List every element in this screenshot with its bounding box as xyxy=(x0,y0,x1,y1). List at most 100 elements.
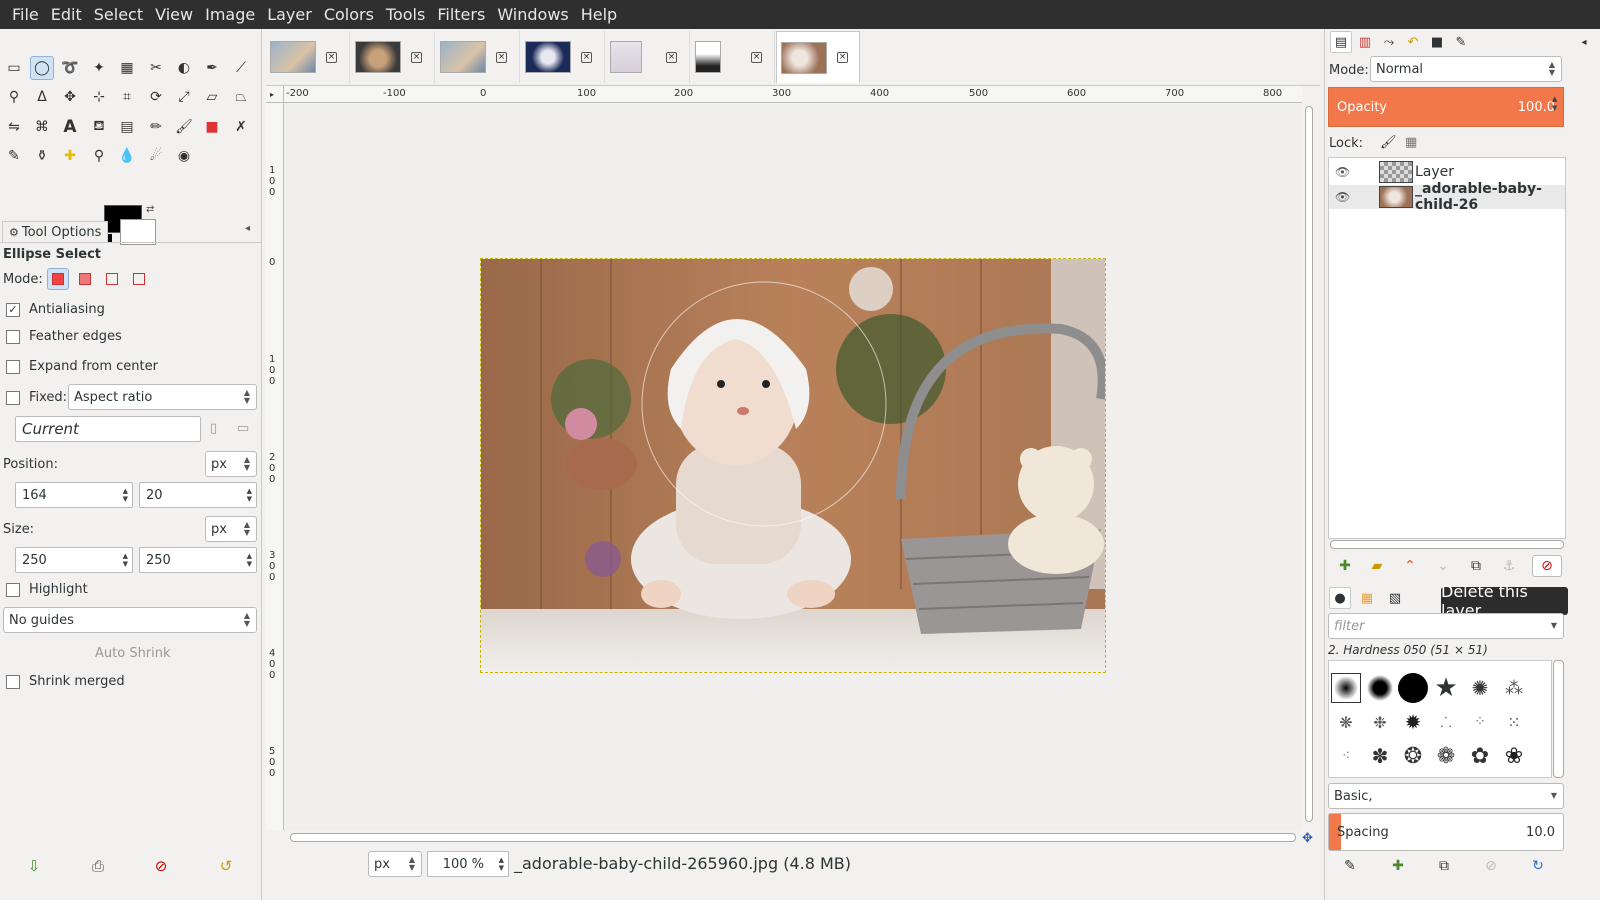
refresh-brushes-icon[interactable]: ↻ xyxy=(1528,856,1548,876)
brush-swatch[interactable]: ⁘ xyxy=(1465,707,1495,737)
fixed-checkbox[interactable] xyxy=(6,390,20,405)
undo-history-tab-icon[interactable]: ↶ xyxy=(1402,31,1424,53)
spin-arrows-icon[interactable]: ▲ ▼ xyxy=(123,487,128,503)
clone-icon[interactable]: ⚱ xyxy=(30,144,54,168)
brush-swatch[interactable]: ⁖ xyxy=(1331,741,1361,771)
brush-swatch[interactable] xyxy=(1331,673,1361,703)
close-icon[interactable]: × xyxy=(581,51,592,63)
raise-layer-icon[interactable]: ⌃ xyxy=(1400,556,1420,576)
spacing-slider[interactable]: Spacing 10.0 xyxy=(1328,813,1564,851)
fuzzy-select-icon[interactable]: ✦ xyxy=(87,56,111,80)
gradients-tab-icon[interactable]: ▧ xyxy=(1384,587,1406,609)
lock-alpha-icon[interactable]: ▦ xyxy=(1405,135,1417,150)
select-by-color-icon[interactable]: ▦ xyxy=(115,56,139,80)
spin-arrows-icon[interactable]: ▲ ▼ xyxy=(1552,95,1557,113)
patterns-tab-icon[interactable]: ▦ xyxy=(1356,587,1378,609)
size-width-input[interactable]: 250 ▲ ▼ xyxy=(15,547,133,573)
close-icon[interactable]: × xyxy=(751,51,762,63)
auto-shrink-button[interactable]: Auto Shrink xyxy=(95,646,171,661)
brush-swatch[interactable] xyxy=(1398,673,1428,703)
menu-image[interactable]: Image xyxy=(199,0,261,29)
menu-help[interactable]: Help xyxy=(575,0,623,29)
image-tab[interactable]: × xyxy=(436,31,520,83)
lock-pixels-icon[interactable]: 🖌 xyxy=(1380,135,1397,150)
rect-select-icon[interactable]: ▭ xyxy=(2,56,26,80)
menu-layer[interactable]: Layer xyxy=(261,0,318,29)
menu-windows[interactable]: Windows xyxy=(491,0,574,29)
new-layer-group-icon[interactable]: ▰ xyxy=(1367,556,1387,576)
align-icon[interactable]: ⊹ xyxy=(87,85,111,109)
brush-filter-input[interactable]: filter ▼ xyxy=(1328,613,1564,639)
current-value-field[interactable]: Current xyxy=(15,416,201,442)
vertical-scrollbar[interactable] xyxy=(1302,104,1316,830)
bucket-fill-icon[interactable]: ⛾ xyxy=(87,115,111,139)
feather-edges-option[interactable]: Feather edges xyxy=(6,329,122,344)
close-icon[interactable]: × xyxy=(411,51,422,63)
airbrush-icon[interactable]: ✗ xyxy=(229,115,253,139)
highlight-option[interactable]: Highlight xyxy=(6,582,88,597)
layers-hscroll[interactable] xyxy=(1330,540,1564,549)
layers-tab-icon[interactable]: ▤ xyxy=(1330,31,1352,53)
brush-swatch[interactable]: ✹ xyxy=(1398,707,1428,737)
paintbrush-icon[interactable]: 🖌 xyxy=(172,115,196,139)
scissors-select-icon[interactable]: ✂ xyxy=(144,56,168,80)
mode-intersect-button[interactable] xyxy=(128,268,150,290)
duplicate-brush-icon[interactable]: ⧉ xyxy=(1434,856,1454,876)
antialiasing-checkbox[interactable]: ✓ xyxy=(6,302,20,317)
menu-select[interactable]: Select xyxy=(88,0,149,29)
image-tab[interactable]: × xyxy=(351,31,435,83)
close-icon[interactable]: × xyxy=(666,51,677,63)
lower-layer-icon[interactable]: ⌄ xyxy=(1433,556,1453,576)
perspective-clone-icon[interactable]: ⚲ xyxy=(87,144,111,168)
fixed-select[interactable]: Aspect ratio ▲ ▼ xyxy=(68,384,257,410)
reset-options-icon[interactable]: ↺ xyxy=(216,856,236,876)
mode-subtract-button[interactable] xyxy=(101,268,123,290)
brush-swatch[interactable]: ✽ xyxy=(1365,741,1395,771)
spin-arrows-icon[interactable]: ▲ ▼ xyxy=(247,552,252,568)
mode-add-button[interactable] xyxy=(74,268,96,290)
rotate-icon[interactable]: ⟳ xyxy=(144,85,168,109)
close-icon[interactable]: × xyxy=(496,51,507,63)
layer-row[interactable]: 👁 _adorable-baby-child-26 xyxy=(1329,181,1565,213)
image-tab[interactable]: × xyxy=(266,31,350,83)
size-height-input[interactable]: 250 ▲ ▼ xyxy=(139,547,257,573)
anchor-layer-icon[interactable]: ⚓ xyxy=(1499,556,1519,576)
shrink-merged-option[interactable]: Shrink merged xyxy=(6,674,125,689)
heal-icon[interactable]: ✚ xyxy=(58,144,82,168)
menu-colors[interactable]: Colors xyxy=(318,0,380,29)
antialiasing-option[interactable]: ✓ Antialiasing xyxy=(6,302,105,317)
brush-swatch[interactable]: ⁂ xyxy=(1499,673,1529,703)
image-tab[interactable]: × xyxy=(691,31,775,83)
expand-from-center-option[interactable]: Expand from center xyxy=(6,359,158,374)
scale-icon[interactable]: ⤢ xyxy=(172,85,196,109)
blur-icon[interactable]: 💧 xyxy=(115,144,139,168)
visibility-eye-icon[interactable]: 👁 xyxy=(1335,190,1350,204)
new-layer-icon[interactable]: ✚ xyxy=(1335,556,1355,576)
perspective-icon[interactable]: ⏢ xyxy=(229,85,253,109)
brush-swatch[interactable]: ❂ xyxy=(1398,741,1428,771)
expand-from-center-checkbox[interactable] xyxy=(6,359,20,374)
shear-icon[interactable]: ▱ xyxy=(200,85,224,109)
new-brush-icon[interactable]: ✚ xyxy=(1388,856,1408,876)
restore-options-icon[interactable]: ⎙ xyxy=(88,856,108,876)
delete-brush-icon[interactable]: ⊘ xyxy=(1481,856,1501,876)
position-unit-select[interactable]: px ▲ ▼ xyxy=(205,451,257,477)
image-tab-active[interactable]: × xyxy=(776,31,860,83)
paths-icon[interactable]: ✒ xyxy=(200,56,224,80)
ellipse-select-icon[interactable]: ◯ xyxy=(30,56,54,80)
menu-view[interactable]: View xyxy=(149,0,199,29)
eraser-icon[interactable]: ■ xyxy=(200,115,224,139)
fixed-option[interactable]: Fixed: xyxy=(6,390,67,405)
brush-tag-select[interactable]: Basic, ▼ xyxy=(1328,783,1564,809)
swap-colors-icon[interactable]: ⇄ xyxy=(146,204,154,215)
brush-swatch[interactable]: ⸫ xyxy=(1431,707,1461,737)
menu-file[interactable]: File xyxy=(6,0,45,29)
dodge-burn-icon[interactable]: ◉ xyxy=(172,144,196,168)
gradient-icon[interactable]: ▤ xyxy=(115,115,139,139)
colors-tab-icon[interactable]: ■ xyxy=(1426,31,1448,53)
channels-tab-icon[interactable]: ▥ xyxy=(1354,31,1376,53)
highlight-checkbox[interactable] xyxy=(6,582,20,597)
crop-icon[interactable]: ⌗ xyxy=(115,85,139,109)
brush-swatch[interactable] xyxy=(1365,673,1395,703)
zoom-input[interactable]: 100 % ▲ ▼ xyxy=(427,851,509,877)
